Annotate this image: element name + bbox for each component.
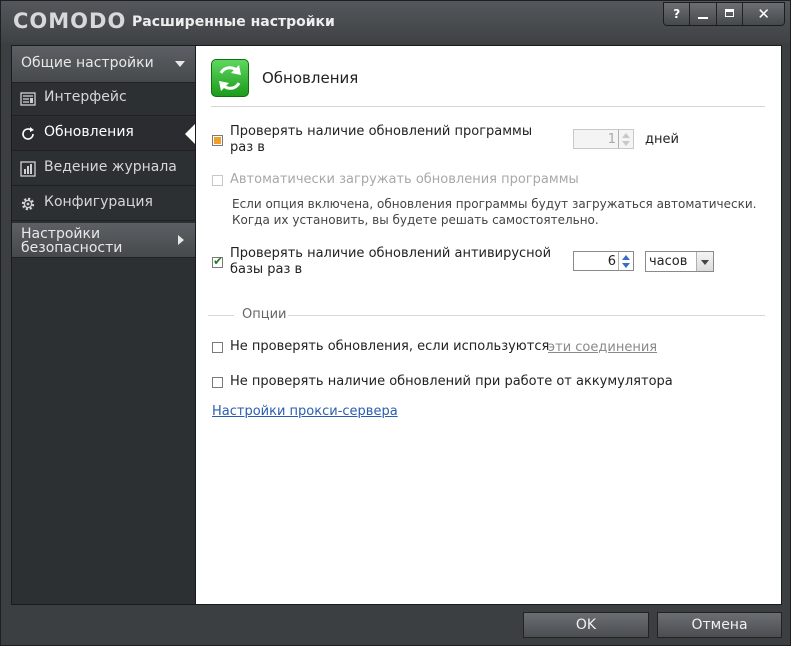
maximize-icon <box>724 9 734 17</box>
help-button[interactable]: ? <box>664 3 691 25</box>
chevron-down-icon[interactable] <box>696 252 713 271</box>
sidebar-item-updates[interactable]: Обновления <box>12 117 196 151</box>
log-chart-icon <box>20 161 36 177</box>
program-updates-checkbox[interactable] <box>212 135 223 146</box>
help-icon: ? <box>673 7 681 21</box>
auto-download-label: Автоматически загружать обновления прогр… <box>230 172 579 187</box>
sidebar-item-label: Конфигурация <box>44 194 153 210</box>
settings-panel: Обновления Проверять наличие обновлений … <box>195 45 782 605</box>
sidebar-header-general[interactable]: Общие настройки <box>12 46 195 83</box>
connections-link[interactable]: эти соединения <box>548 340 657 355</box>
sidebar-item-interface[interactable]: Интерфейс <box>12 82 195 116</box>
sidebar-item-label: Обновления <box>44 124 134 140</box>
comodo-logo: COMODO <box>13 9 127 33</box>
no-check-battery-label: Не проверять наличие обновлений при рабо… <box>230 374 673 389</box>
program-updates-days-stepper[interactable]: 1 <box>573 129 634 149</box>
refresh-icon <box>22 127 34 140</box>
sidebar: Общие настройки Интерфейс Обновления Вед… <box>11 45 196 605</box>
no-check-connections-checkbox[interactable] <box>212 342 223 353</box>
options-divider-right <box>288 315 765 316</box>
check-icon: ✔ <box>213 254 224 268</box>
close-icon: ✕ <box>757 5 770 23</box>
options-section-title: Опции <box>242 307 287 322</box>
no-check-connections-label: Не проверять обновления, если используют… <box>230 339 550 354</box>
program-updates-label-line1: Проверять наличие обновлений программы <box>230 124 533 139</box>
minimize-button[interactable] <box>690 3 717 25</box>
dialog-footer: OK Отмена <box>1 606 790 645</box>
title-divider <box>211 106 765 107</box>
sidebar-header-label: Общие настройки <box>21 55 154 71</box>
cancel-button[interactable]: Отмена <box>657 612 782 638</box>
title-bar[interactable]: COMODO Расширенные настройки ? ✕ <box>1 1 790 43</box>
window-title: Расширенные настройки <box>132 14 335 30</box>
auto-download-desc-line1: Если опция включена, обновления программ… <box>232 197 757 211</box>
close-button[interactable]: ✕ <box>743 3 784 25</box>
auto-download-checkbox[interactable] <box>212 175 223 186</box>
minimize-icon <box>698 17 709 19</box>
av-updates-checkbox[interactable]: ✔ <box>212 254 224 268</box>
program-updates-label-line2: раз в <box>230 140 265 155</box>
program-updates-unit: дней <box>645 132 679 147</box>
sidebar-header-security[interactable]: Настройки безопасности <box>12 223 195 258</box>
chevron-right-icon <box>178 235 184 245</box>
page-title: Обновления <box>262 69 359 87</box>
stepper-up-icon[interactable] <box>622 255 630 260</box>
window-controls: ? ✕ <box>663 2 785 26</box>
security-label-line1: Настройки <box>21 226 101 242</box>
av-updates-unit-select[interactable]: часов <box>645 251 714 272</box>
stepper-value: 6 <box>607 254 616 269</box>
av-updates-label-line2: базы раз в <box>230 262 303 277</box>
av-updates-label-line1: Проверять наличие обновлений антивирусно… <box>230 246 552 261</box>
advanced-settings-window: COMODO Расширенные настройки ? ✕ Общие н… <box>0 0 791 646</box>
auto-download-desc-line2: Когда их установить, вы будете решать са… <box>232 213 599 227</box>
select-value: часов <box>649 254 688 269</box>
sidebar-item-logging[interactable]: Ведение журнала <box>12 152 195 186</box>
maximize-button[interactable] <box>716 3 744 25</box>
stepper-down-icon[interactable] <box>622 263 630 268</box>
security-label-line2: безопасности <box>21 240 123 256</box>
stepper-value: 1 <box>607 132 616 147</box>
updates-icon <box>211 59 249 97</box>
av-updates-hours-stepper[interactable]: 6 <box>573 251 634 271</box>
chevron-down-icon <box>175 61 185 67</box>
stepper-up-icon[interactable] <box>622 133 630 138</box>
stepper-down-icon[interactable] <box>622 141 630 146</box>
sidebar-item-configuration[interactable]: Конфигурация <box>12 187 195 221</box>
proxy-settings-link[interactable]: Настройки прокси-сервера <box>212 404 398 419</box>
no-check-battery-checkbox[interactable] <box>212 377 223 388</box>
ok-button[interactable]: OK <box>523 612 649 638</box>
interface-icon <box>20 92 36 106</box>
sidebar-item-label: Интерфейс <box>44 89 127 105</box>
sidebar-item-label: Ведение журнала <box>44 159 177 175</box>
options-divider-left <box>208 315 234 316</box>
gear-icon <box>21 197 35 211</box>
